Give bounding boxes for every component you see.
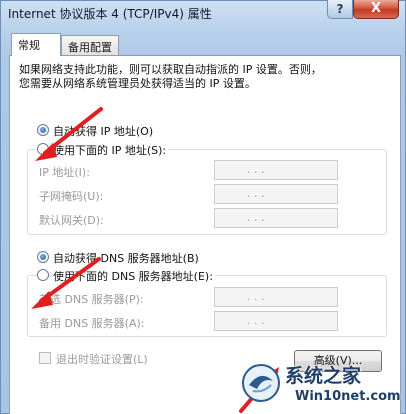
- title-bar[interactable]: Internet 协议版本 4 (TCP/IPv4) 属性 ? X: [1, 0, 406, 29]
- subnet-mask-label: 子网掩码(U):: [39, 190, 104, 203]
- ip-manual-label[interactable]: 使用下面的 IP 地址(S):: [53, 142, 169, 158]
- default-gateway-dots: . . .: [247, 211, 265, 224]
- ip-auto-label[interactable]: 自动获得 IP 地址(O): [53, 123, 153, 139]
- validate-on-exit-label[interactable]: 退出时验证设置(L): [56, 351, 148, 367]
- tab-alternate-config[interactable]: 备用配置: [61, 35, 119, 55]
- ip-address-label: IP 地址(I):: [39, 166, 90, 179]
- watermark-logo-icon: [242, 364, 280, 402]
- ip-address-field[interactable]: . . .: [214, 160, 338, 180]
- dns-manual-label[interactable]: 使用下面的 DNS 服务器地址(E):: [53, 268, 215, 284]
- alternate-dns-label: 备用 DNS 服务器(A):: [39, 317, 145, 330]
- ip-address-dots: . . .: [247, 163, 265, 176]
- ip-manual-radio[interactable]: [37, 143, 49, 155]
- description-line-2: 您需要从网络系统管理员处获得适当的 IP 设置。: [19, 77, 256, 90]
- alternate-dns-dots: . . .: [247, 314, 265, 327]
- watermark-url: Win10net.com: [295, 389, 401, 404]
- watermark-brand: 系统之家: [285, 365, 362, 387]
- preferred-dns-dots: . . .: [247, 290, 265, 303]
- description-text: 如果网络支持此功能，则可以获取自动指派的 IP 设置。否则， 您需要从网络系统管…: [19, 63, 393, 91]
- dns-auto-label[interactable]: 自动获得 DNS 服务器地址(B): [53, 250, 199, 266]
- dns-manual-radio[interactable]: [37, 269, 49, 281]
- watermark: 系统之家 Win10net.com: [233, 355, 406, 414]
- default-gateway-label: 默认网关(D):: [39, 214, 104, 227]
- ip-auto-radio[interactable]: [37, 124, 49, 136]
- subnet-mask-dots: . . .: [247, 187, 265, 200]
- dns-auto-radio[interactable]: [37, 251, 49, 263]
- subnet-mask-field[interactable]: . . .: [214, 184, 338, 204]
- preferred-dns-field[interactable]: . . .: [214, 287, 338, 307]
- close-button[interactable]: X: [353, 0, 399, 19]
- description-line-1: 如果网络支持此功能，则可以获取自动指派的 IP 设置。否则，: [19, 63, 322, 76]
- default-gateway-field[interactable]: . . .: [214, 208, 338, 228]
- preferred-dns-label: 首选 DNS 服务器(P):: [39, 293, 144, 306]
- window-title: Internet 协议版本 4 (TCP/IPv4) 属性: [8, 7, 212, 21]
- tcpip-properties-dialog: Internet 协议版本 4 (TCP/IPv4) 属性 ? X 常规 备用配…: [0, 0, 406, 414]
- alternate-dns-field[interactable]: . . .: [214, 311, 338, 331]
- tab-general[interactable]: 常规: [11, 33, 61, 56]
- validate-on-exit-checkbox[interactable]: [39, 352, 51, 364]
- help-button[interactable]: ?: [327, 0, 353, 19]
